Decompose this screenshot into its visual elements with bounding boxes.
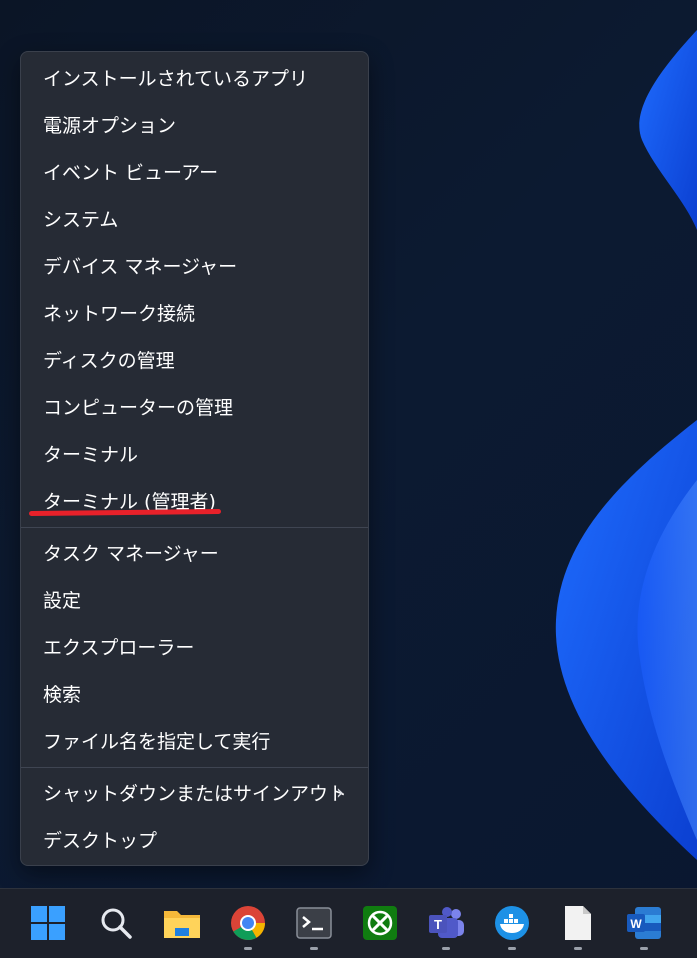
- menu-item-computer-management[interactable]: コンピューターの管理: [21, 384, 368, 428]
- menu-item-label: イベント ビューアー: [43, 161, 219, 184]
- running-indicator: [310, 947, 318, 950]
- svg-text:W: W: [630, 917, 642, 931]
- word-icon: W: [627, 907, 661, 939]
- file-explorer-button[interactable]: [160, 901, 204, 945]
- taskbar: T W: [0, 888, 697, 958]
- power-user-menu: インストールされているアプリ 電源オプション イベント ビューアー システム デ…: [20, 51, 369, 866]
- teams-button[interactable]: T: [424, 901, 468, 950]
- file-icon: [565, 906, 591, 940]
- menu-item-label: ネットワーク接続: [43, 302, 196, 325]
- menu-item-label: デバイス マネージャー: [43, 255, 238, 278]
- menu-item-system[interactable]: システム: [21, 196, 368, 240]
- menu-item-run[interactable]: ファイル名を指定して実行: [21, 718, 368, 762]
- menu-item-power-options[interactable]: 電源オプション: [21, 102, 368, 146]
- menu-item-settings[interactable]: 設定: [21, 577, 368, 621]
- menu-item-label: 設定: [43, 589, 82, 612]
- start-icon: [31, 906, 65, 940]
- menu-item-label: シャットダウンまたはサインアウト: [43, 782, 348, 805]
- running-indicator: [640, 947, 648, 950]
- chrome-button[interactable]: [226, 901, 270, 950]
- menu-item-label: インストールされているアプリ: [43, 67, 309, 90]
- start-button[interactable]: [26, 901, 70, 945]
- menu-separator: [21, 767, 368, 768]
- running-indicator: [508, 947, 516, 950]
- menu-item-desktop[interactable]: デスクトップ: [21, 817, 368, 861]
- menu-item-search[interactable]: 検索: [21, 671, 368, 715]
- running-indicator: [574, 947, 582, 950]
- menu-item-disk-management[interactable]: ディスクの管理: [21, 337, 368, 381]
- menu-item-installed-apps[interactable]: インストールされているアプリ: [21, 55, 368, 99]
- chevron-right-icon: ›: [336, 780, 344, 804]
- menu-item-label: ファイル名を指定して実行: [43, 730, 271, 753]
- xbox-icon: [363, 906, 397, 940]
- menu-item-shutdown-signout[interactable]: シャットダウンまたはサインアウト ›: [21, 770, 368, 814]
- menu-item-label: コンピューターの管理: [43, 396, 234, 419]
- running-indicator: [442, 947, 450, 950]
- search-icon: [101, 908, 132, 939]
- menu-separator: [21, 527, 368, 528]
- menu-item-event-viewer[interactable]: イベント ビューアー: [21, 149, 368, 193]
- file-explorer-icon: [164, 911, 200, 938]
- menu-item-device-manager[interactable]: デバイス マネージャー: [21, 243, 368, 287]
- running-indicator: [244, 947, 252, 950]
- docker-button[interactable]: [490, 901, 534, 950]
- menu-item-label: ディスクの管理: [43, 349, 175, 372]
- file-button[interactable]: [556, 901, 600, 950]
- terminal-button[interactable]: [292, 901, 336, 950]
- terminal-icon: [296, 907, 332, 939]
- chrome-icon: [231, 906, 265, 940]
- menu-item-label: 電源オプション: [43, 114, 177, 137]
- menu-item-label: デスクトップ: [43, 829, 158, 852]
- menu-item-label: タスク マネージャー: [43, 542, 219, 565]
- search-button[interactable]: [94, 901, 138, 945]
- menu-item-label: エクスプローラー: [43, 636, 195, 659]
- svg-text:T: T: [434, 917, 442, 932]
- menu-item-task-manager[interactable]: タスク マネージャー: [21, 530, 368, 574]
- teams-icon: T: [429, 907, 464, 938]
- menu-item-label: ターミナル: [43, 443, 139, 466]
- menu-item-network[interactable]: ネットワーク接続: [21, 290, 368, 334]
- menu-item-terminal[interactable]: ターミナル: [21, 431, 368, 475]
- word-button[interactable]: W: [622, 901, 666, 950]
- xbox-button[interactable]: [358, 901, 402, 945]
- menu-item-explorer[interactable]: エクスプローラー: [21, 624, 368, 668]
- menu-item-label: 検索: [43, 683, 82, 706]
- docker-icon: [495, 906, 529, 940]
- menu-item-label: システム: [43, 208, 119, 231]
